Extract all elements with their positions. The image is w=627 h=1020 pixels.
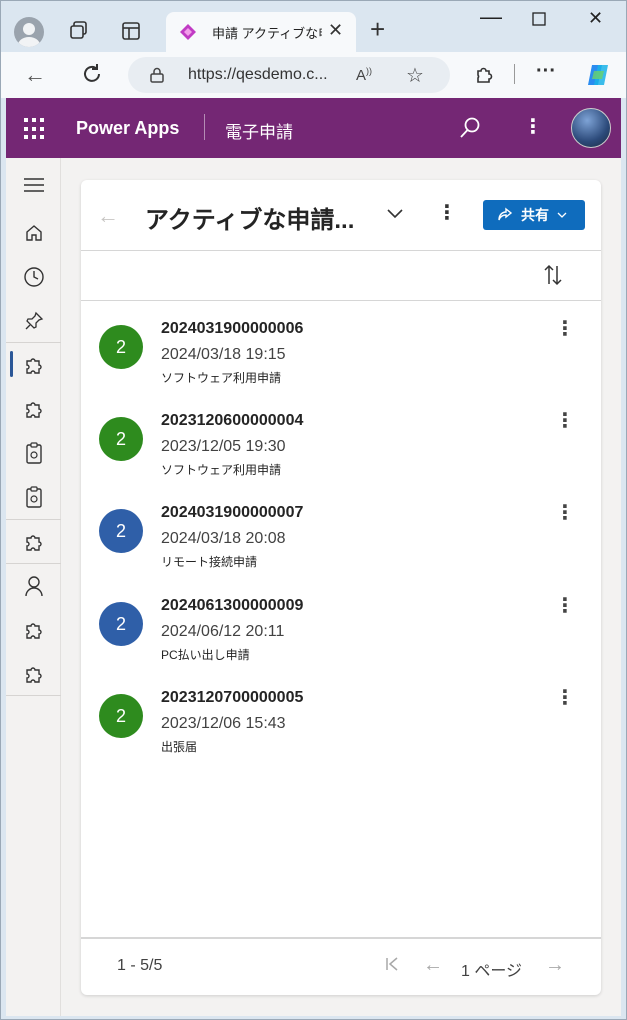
record-avatar: 2	[99, 417, 143, 461]
record-more-icon[interactable]: ⋮	[555, 685, 575, 710]
clipboard-icon[interactable]	[6, 475, 61, 519]
search-icon[interactable]	[458, 116, 482, 145]
close-window-icon[interactable]: ✕	[588, 8, 603, 29]
left-navigation	[6, 158, 61, 1016]
clipboard-icon[interactable]	[6, 431, 61, 475]
record-count: 1 - 5/5	[117, 957, 163, 974]
view-more-icon[interactable]: ⋮	[437, 200, 457, 225]
divider	[81, 300, 601, 301]
record-type: ソフトウェア利用申請	[161, 371, 282, 385]
record-date: 2023/12/06 15:43	[161, 715, 286, 732]
share-chevron-icon	[557, 212, 567, 218]
more-menu-icon[interactable]: ···	[536, 60, 556, 83]
app-header: Power Apps 電子申請 ⋮	[6, 98, 621, 158]
record-date: 2024/06/12 20:11	[161, 623, 285, 640]
view-card: ← アクティブな申請... ⋮ 共有 2 2024031900000006 20…	[81, 180, 601, 995]
person-icon[interactable]	[6, 564, 61, 608]
nav-item-puzzle[interactable]	[6, 520, 61, 564]
browser-tab-active[interactable]: 申請 アクティブな申請 ✕	[166, 12, 356, 52]
new-tab-icon[interactable]: +	[370, 14, 385, 45]
record-id[interactable]: 2023120700000005	[161, 689, 303, 707]
maximize-icon[interactable]	[532, 10, 546, 31]
home-icon[interactable]	[6, 211, 61, 255]
tab-actions-icon[interactable]	[118, 18, 144, 44]
list-item[interactable]: 2 2023120600000004 2023/12/05 19:30 ソフトウ…	[81, 410, 601, 504]
share-button[interactable]: 共有	[483, 200, 585, 230]
divider	[81, 250, 601, 251]
workspaces-icon[interactable]	[66, 18, 92, 44]
list-item[interactable]: 2 2024061300000009 2024/06/12 20:11 PC払い…	[81, 595, 601, 689]
read-aloud-icon[interactable]: A))	[356, 66, 372, 84]
record-type: PC払い出し申請	[161, 648, 250, 662]
app-subtitle[interactable]: 電子申請	[225, 118, 293, 143]
list-item[interactable]: 2 2023120700000005 2023/12/06 15:43 出張届 …	[81, 687, 601, 781]
url-text[interactable]: https://qesdemo.c...	[188, 66, 348, 84]
divider	[81, 937, 601, 939]
first-page-icon[interactable]	[385, 956, 401, 977]
record-more-icon[interactable]: ⋮	[555, 408, 575, 433]
header-more-icon[interactable]: ⋮	[523, 114, 543, 139]
record-more-icon[interactable]: ⋮	[555, 593, 575, 618]
sort-icon[interactable]	[543, 264, 563, 291]
user-avatar[interactable]	[571, 108, 611, 148]
record-avatar: 2	[99, 602, 143, 646]
nav-item-puzzle[interactable]	[6, 652, 61, 696]
refresh-icon[interactable]	[80, 62, 104, 91]
share-label: 共有	[521, 207, 549, 223]
app-frame: Power Apps 電子申請 ⋮ ← アクティブな申請... ⋮ 共有 2 2…	[6, 98, 621, 1016]
record-date: 2024/03/18 20:08	[161, 530, 286, 547]
nav-item-puzzle-active[interactable]	[6, 343, 61, 387]
record-type: リモート接続申請	[161, 555, 258, 569]
nav-item-puzzle[interactable]	[6, 608, 61, 652]
record-date: 2024/03/18 19:15	[161, 346, 286, 363]
record-more-icon[interactable]: ⋮	[555, 500, 575, 525]
toolbar-divider	[514, 64, 515, 84]
nav-item-puzzle[interactable]	[6, 387, 61, 431]
app-launcher-icon[interactable]	[24, 118, 46, 140]
app-name[interactable]: Power Apps	[76, 118, 179, 139]
back-icon[interactable]: ←	[24, 62, 46, 88]
power-apps-favicon	[180, 24, 196, 40]
record-date: 2023/12/05 19:30	[161, 438, 286, 455]
favorite-star-icon[interactable]: ☆	[406, 63, 424, 88]
view-selector-chevron-icon[interactable]	[387, 206, 403, 224]
record-avatar: 2	[99, 509, 143, 553]
minimize-icon[interactable]: —	[480, 4, 502, 30]
profile-avatar[interactable]	[14, 17, 44, 47]
url-bar[interactable]: https://qesdemo.c... A)) ☆	[128, 57, 450, 93]
previous-page-icon[interactable]: ←	[423, 954, 443, 977]
page-indicator: 1 ページ	[461, 963, 523, 980]
view-title: アクティブな申請...	[145, 207, 355, 234]
record-id[interactable]: 2023120600000004	[161, 412, 303, 430]
back-arrow-icon[interactable]: ←	[97, 203, 119, 229]
list-item[interactable]: 2 2024031900000007 2024/03/18 20:08 リモート…	[81, 502, 601, 596]
record-avatar: 2	[99, 694, 143, 738]
record-id[interactable]: 2024031900000006	[161, 320, 303, 338]
list-item[interactable]: 2 2024031900000006 2024/03/18 19:15 ソフトウ…	[81, 318, 601, 412]
share-icon	[498, 207, 513, 221]
tab-title: 申請 アクティブな申請	[212, 26, 322, 41]
record-more-icon[interactable]: ⋮	[555, 316, 575, 341]
record-type: 出張届	[161, 740, 198, 754]
extensions-icon[interactable]	[474, 63, 496, 90]
nav-separator	[6, 695, 61, 696]
record-avatar: 2	[99, 325, 143, 369]
hamburger-icon[interactable]	[6, 163, 61, 207]
pin-icon[interactable]	[6, 299, 61, 343]
header-divider	[204, 114, 205, 140]
next-page-icon[interactable]: →	[545, 954, 565, 977]
tab-close-icon[interactable]: ✕	[328, 20, 343, 41]
browser-titlebar: 申請 アクティブな申請 ✕ + — ✕	[0, 0, 627, 52]
recent-clock-icon[interactable]	[6, 255, 61, 299]
address-toolbar: ← https://qesdemo.c... A)) ☆ ···	[0, 52, 627, 98]
lock-icon[interactable]	[150, 67, 164, 83]
copilot-icon[interactable]	[584, 61, 612, 94]
record-id[interactable]: 2024031900000007	[161, 504, 303, 522]
record-id[interactable]: 2024061300000009	[161, 597, 303, 615]
record-type: ソフトウェア利用申請	[161, 463, 282, 477]
